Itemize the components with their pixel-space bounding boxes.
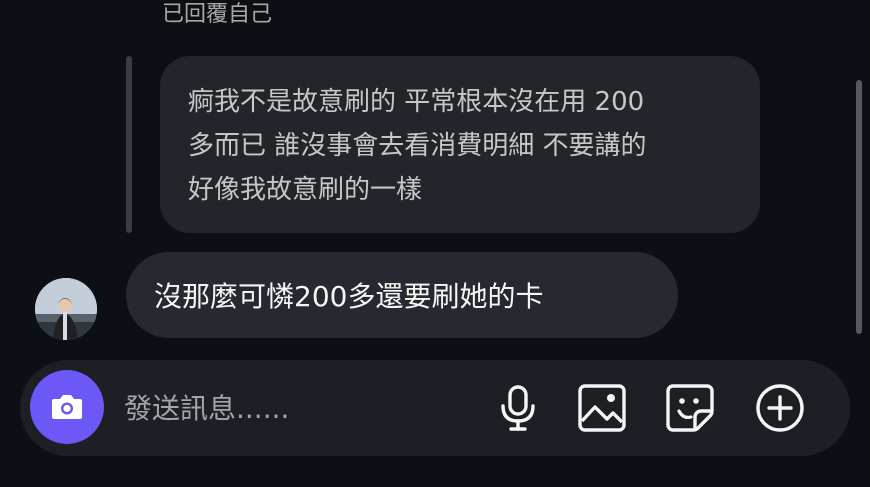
scrollbar[interactable] xyxy=(856,80,862,334)
quoted-message-bubble[interactable]: 痾我不是故意刷的 平常根本沒在用 200 多而已 誰沒事會去看消費明細 不要講的… xyxy=(160,56,760,233)
chat-screen: 已回覆自己 痾我不是故意刷的 平常根本沒在用 200 多而已 誰沒事會去看消費明… xyxy=(0,0,870,487)
camera-icon xyxy=(52,395,82,419)
avatar-photo xyxy=(35,278,97,340)
message-text: 沒那麼可憐200多還要刷她的卡 xyxy=(154,280,544,313)
sticker-button[interactable] xyxy=(664,382,716,434)
message-bubble[interactable]: 沒那麼可憐200多還要刷她的卡 xyxy=(126,252,678,338)
reply-indicator-bar xyxy=(126,56,132,233)
quoted-message-line: 好像我故意刷的一樣 xyxy=(188,175,423,205)
quoted-message-line: 痾我不是故意刷的 平常根本沒在用 200 xyxy=(188,87,645,117)
microphone-icon xyxy=(501,385,535,431)
sticker-icon xyxy=(666,384,714,432)
add-button[interactable] xyxy=(754,382,806,434)
reply-label: 已回覆自己 xyxy=(162,2,273,27)
camera-button[interactable] xyxy=(30,370,104,444)
image-button[interactable] xyxy=(576,382,628,434)
image-icon xyxy=(578,384,626,432)
microphone-button[interactable] xyxy=(492,382,544,434)
plus-icon xyxy=(756,384,804,432)
avatar[interactable] xyxy=(35,278,97,340)
message-composer xyxy=(20,360,850,456)
quoted-message-line: 多而已 誰沒事會去看消費明細 不要講的 xyxy=(188,131,647,161)
message-input[interactable] xyxy=(124,388,464,428)
